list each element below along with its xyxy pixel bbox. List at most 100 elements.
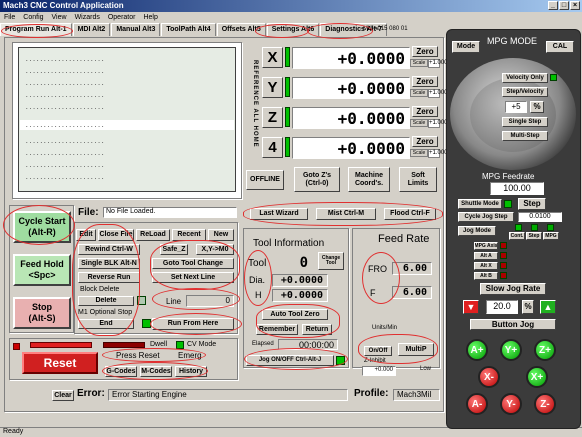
scale-y-value[interactable]: +1.0000: [428, 89, 451, 98]
zero-z-button[interactable]: Zero: [412, 106, 438, 117]
alt-a-button[interactable]: Alt A: [474, 252, 498, 260]
annotation-oval: [243, 202, 443, 226]
slow-jog-rate-button[interactable]: Slow Jog Rate: [480, 283, 546, 295]
alt-b-led: [500, 272, 507, 279]
code-line: ......................: [25, 68, 105, 75]
offline-button[interactable]: OFFLINE: [246, 170, 284, 190]
slow-jog-field[interactable]: 20.0: [486, 300, 518, 314]
clear-button[interactable]: Clear: [52, 390, 74, 401]
close-icon[interactable]: ×: [570, 1, 580, 10]
velocity-only-button[interactable]: Velocity Only: [502, 73, 548, 83]
mpg-increment-field[interactable]: +5: [505, 101, 527, 113]
zero-x-button[interactable]: Zero: [412, 46, 438, 57]
cal-button[interactable]: CAL: [546, 41, 574, 53]
multi-step-button[interactable]: Multi-Step: [502, 131, 548, 141]
shuttle-led: [504, 200, 512, 208]
jog-x-minus-button[interactable]: X-: [478, 366, 500, 388]
mpg-mode-label: MPG: [543, 232, 559, 240]
shuttle-mode-button[interactable]: Shuttle Mode: [458, 199, 502, 209]
tool-dia-dro[interactable]: +0.0000: [272, 274, 328, 287]
slow-jog-decrease-button[interactable]: ▼: [463, 300, 479, 314]
axis-x-button[interactable]: X: [262, 47, 283, 68]
cycle-jog-step-field[interactable]: 0.0100: [518, 212, 562, 222]
reload-button[interactable]: ReLoad: [136, 229, 170, 241]
velocity-only-led: [550, 74, 557, 81]
new-button[interactable]: New: [208, 229, 234, 241]
menu-operator[interactable]: Operator: [104, 13, 140, 22]
alt-a-led: [500, 252, 507, 259]
axis-y-dro[interactable]: +0.0000: [292, 77, 410, 99]
scale-x-value[interactable]: +1.0000: [428, 59, 451, 68]
mpg-mode-title: MPG MODE: [487, 36, 538, 46]
step-velocity-button[interactable]: Step/Velocity: [502, 87, 548, 97]
code-line: ......................: [25, 150, 105, 157]
menu-config[interactable]: Config: [19, 13, 47, 22]
z-inhibit-field[interactable]: +0.000: [362, 366, 396, 376]
gcode-display[interactable]: ...................... .................…: [18, 47, 236, 192]
error-label: Error:: [77, 388, 105, 399]
mpg-axis-label[interactable]: MPG Axis: [474, 242, 498, 250]
jog-z-minus-button[interactable]: Z-: [534, 393, 556, 415]
soft-limits-button[interactable]: Soft Limits: [399, 167, 437, 192]
menu-help[interactable]: Help: [139, 13, 161, 22]
dwell-bar: [103, 342, 145, 348]
alt-x-button[interactable]: Alt X: [474, 262, 498, 270]
jog-mode-button[interactable]: Jog Mode: [458, 226, 496, 236]
reset-button[interactable]: Reset: [22, 352, 98, 374]
mpg-feedrate-label: MPG Feedrate: [482, 172, 535, 181]
tool-number-dro[interactable]: 0: [272, 255, 312, 271]
axis-y-button[interactable]: Y: [262, 77, 283, 98]
slow-jog-increase-button[interactable]: ▲: [540, 300, 556, 314]
tab-mdi[interactable]: MDI Alt2: [72, 23, 111, 36]
cont-label: Cont.: [509, 232, 525, 240]
axis-4-button[interactable]: 4: [262, 137, 283, 158]
feed-hold-button[interactable]: Feed Hold <Spc>: [13, 254, 71, 286]
goto-z-button[interactable]: Goto Z's (Ctrl-0): [294, 167, 340, 192]
dwell-label: Dwell: [150, 341, 168, 348]
code-line: ......................: [25, 138, 105, 145]
file-name-field: No File Loaded.: [103, 207, 237, 218]
zero-y-button[interactable]: Zero: [412, 76, 438, 87]
title-bar: Mach3 CNC Control Application _ □ ×: [0, 0, 582, 12]
menu-view[interactable]: View: [48, 13, 71, 22]
menu-wizards[interactable]: Wizards: [71, 13, 104, 22]
code-line: ......................: [25, 80, 105, 87]
code-line: ......................: [25, 174, 105, 181]
jog-a-minus-button[interactable]: A-: [466, 393, 488, 415]
jog-y-minus-button[interactable]: Y-: [500, 393, 522, 415]
machine-coords-button[interactable]: Machine Coord's.: [348, 167, 390, 192]
mpg-feedrate-field[interactable]: 100.00: [490, 182, 544, 195]
tab-manual[interactable]: Manual Alt3: [111, 23, 161, 36]
zero-4-button[interactable]: Zero: [412, 136, 438, 147]
axis-z-button[interactable]: Z: [262, 107, 283, 128]
tool-info-title: Tool Information: [253, 238, 325, 249]
stop-button[interactable]: Stop (Alt-S): [13, 297, 71, 329]
annotation-oval: [102, 348, 206, 362]
window-title: Mach3 CNC Control Application: [3, 1, 124, 10]
axis-4-dro[interactable]: +0.0000: [292, 137, 410, 159]
cycle-jog-step-button[interactable]: Cycle Jog Step: [458, 212, 514, 222]
maximize-icon[interactable]: □: [559, 1, 569, 10]
button-jog-toggle[interactable]: Button Jog: [470, 319, 556, 330]
alt-b-button[interactable]: Alt B: [474, 272, 498, 280]
cv-mode-label: CV Mode: [187, 341, 217, 348]
mpg-mode-button[interactable]: Mode: [452, 41, 480, 53]
reference-all-home-label[interactable]: REFERENCE ALL HOME: [244, 44, 258, 164]
minimize-icon[interactable]: _: [548, 1, 558, 10]
annotation-oval: [1, 24, 73, 38]
annotation-oval: [255, 24, 309, 38]
tab-toolpath[interactable]: ToolPath Alt4: [161, 23, 216, 36]
scale-z-value[interactable]: +1.0000: [428, 119, 451, 128]
scale-4-value[interactable]: +1.0000: [428, 149, 451, 158]
jog-a-plus-button[interactable]: A+: [466, 339, 488, 361]
single-step-button[interactable]: Single Step: [502, 117, 548, 127]
step-button[interactable]: Step: [518, 198, 546, 210]
axis-x-dro[interactable]: +0.0000: [292, 47, 410, 69]
change-tool-button[interactable]: Change Tool: [318, 252, 344, 270]
jog-x-plus-button[interactable]: X+: [526, 366, 548, 388]
jog-y-plus-button[interactable]: Y+: [500, 339, 522, 361]
jog-z-plus-button[interactable]: Z+: [534, 339, 556, 361]
tool-h-dro[interactable]: +0.0000: [272, 289, 328, 302]
menu-file[interactable]: File: [0, 13, 19, 22]
axis-z-dro[interactable]: +0.0000: [292, 107, 410, 129]
